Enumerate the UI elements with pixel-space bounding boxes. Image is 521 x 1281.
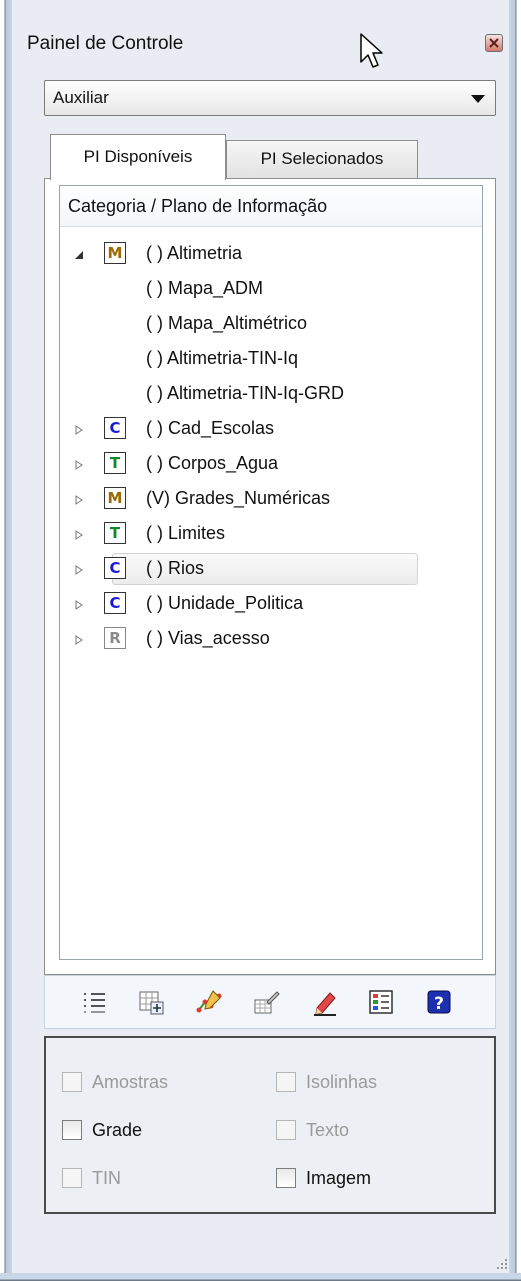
tree-layer-altimetria-tin-iq[interactable]: ( ) Altimetria-TIN-Iq	[60, 345, 480, 375]
tree-category-rios[interactable]: C ( ) Rios	[60, 555, 480, 585]
collapsed-triangle-icon[interactable]	[74, 565, 84, 575]
tree-layer-altimetria-tin-iq-grd[interactable]: ( ) Altimetria-TIN-Iq-GRD	[60, 380, 480, 410]
svg-text:?: ?	[434, 994, 444, 1014]
checkbox-box[interactable]	[276, 1072, 296, 1092]
checkbox-label: Amostras	[92, 1072, 169, 1092]
tab-pi-disponiveis[interactable]: PI Disponíveis	[50, 134, 226, 180]
resize-grip-icon[interactable]	[497, 1259, 507, 1269]
expanded-triangle-icon[interactable]	[74, 250, 84, 260]
table-add-icon[interactable]	[137, 988, 165, 1016]
window-border-bottom	[0, 1273, 521, 1281]
window-border-left	[0, 0, 12, 1281]
collapsed-triangle-icon[interactable]	[74, 460, 84, 470]
badge-letter: M	[107, 489, 123, 507]
legend-icon[interactable]	[367, 988, 395, 1016]
tree-layer-mapa-altimetrico[interactable]: ( ) Mapa_Altimétrico	[60, 310, 480, 340]
tree-category-label: ( ) Altimetria	[146, 243, 243, 263]
collapsed-triangle-icon[interactable]	[74, 530, 84, 540]
raster-m-icon: M	[104, 487, 126, 509]
badge-letter: C	[109, 594, 121, 612]
tree-layer-mapa-adm[interactable]: ( ) Mapa_ADM	[60, 275, 480, 305]
raster-r-icon: R	[104, 627, 126, 649]
tree-column-header-label: Categoria / Plano de Informação	[68, 196, 328, 216]
checkbox-box[interactable]	[276, 1120, 296, 1140]
list-icon[interactable]	[81, 988, 109, 1016]
tree-category-cad-escolas[interactable]: C ( ) Cad_Escolas	[60, 415, 480, 445]
raster-m-icon: M	[104, 242, 126, 264]
title-bar[interactable]: Painel de Controle	[12, 18, 509, 70]
tree-layer-label: ( ) Altimetria-TIN-Iq-GRD	[146, 383, 344, 403]
help-icon[interactable]: ?	[425, 988, 453, 1016]
collapsed-triangle-icon[interactable]	[74, 495, 84, 505]
representation-group: Amostras Isolinhas Grade Texto TIN Image…	[44, 1036, 496, 1214]
tree-category-label: ( ) Rios	[146, 558, 204, 578]
vector-c-icon: C	[104, 592, 126, 614]
badge-letter: T	[109, 454, 121, 472]
checkbox-label: Isolinhas	[306, 1072, 378, 1092]
close-icon	[489, 38, 499, 48]
checkbox-box[interactable]	[62, 1168, 82, 1188]
tab-panel: Categoria / Plano de Informação M ( ) Al…	[44, 178, 496, 975]
mode-dropdown-value: Auxiliar	[53, 88, 109, 107]
vector-c-icon: C	[104, 557, 126, 579]
chevron-down-icon	[471, 95, 485, 103]
tree-category-limites[interactable]: T ( ) Limites	[60, 520, 480, 550]
window-border-right	[509, 0, 521, 1281]
window-title: Painel de Controle	[27, 33, 184, 54]
tree-category-label: ( ) Cad_Escolas	[146, 418, 275, 438]
tool-bar: ?	[44, 975, 496, 1029]
edit-points-icon[interactable]	[195, 988, 223, 1016]
collapsed-triangle-icon[interactable]	[74, 600, 84, 610]
checkbox-label: Grade	[92, 1120, 143, 1140]
tree-layer-label: ( ) Altimetria-TIN-Iq	[146, 348, 299, 368]
tree-layer-label: ( ) Mapa_Altimétrico	[146, 313, 308, 333]
badge-letter: C	[109, 419, 121, 437]
tab-pi-selecionados[interactable]: PI Selecionados	[226, 140, 418, 178]
tree-layer-label: ( ) Mapa_ADM	[146, 278, 264, 298]
badge-letter: C	[109, 559, 121, 577]
tree-category-label: ( ) Vias_acesso	[146, 628, 270, 648]
badge-letter: R	[109, 629, 121, 647]
layer-tree: Categoria / Plano de Informação M ( ) Al…	[59, 185, 483, 960]
checkbox-box[interactable]	[276, 1168, 296, 1188]
tree-column-header[interactable]: Categoria / Plano de Informação	[60, 186, 482, 227]
vector-c-icon: C	[104, 417, 126, 439]
checkbox-label: TIN	[92, 1168, 121, 1188]
badge-letter: M	[107, 244, 123, 262]
mouse-cursor-icon	[360, 33, 383, 68]
pencil-icon[interactable]	[311, 988, 339, 1016]
tree-category-altimetria[interactable]: M ( ) Altimetria	[60, 240, 480, 270]
tree-category-label: ( ) Corpos_Agua	[146, 453, 279, 473]
thematic-t-icon: T	[104, 522, 126, 544]
tree-category-label: (V) Grades_Numéricas	[146, 488, 331, 508]
tree-category-grades-numericas[interactable]: M (V) Grades_Numéricas	[60, 485, 480, 515]
mode-dropdown[interactable]: Auxiliar	[44, 80, 496, 116]
collapsed-triangle-icon[interactable]	[74, 425, 84, 435]
tree-category-label: ( ) Limites	[146, 523, 226, 543]
tree-category-unidade-politica[interactable]: C ( ) Unidade_Politica	[60, 590, 480, 620]
checkbox-box[interactable]	[62, 1072, 82, 1092]
checkbox-box[interactable]	[62, 1120, 82, 1140]
chart-tool-icon[interactable]	[253, 988, 281, 1016]
tree-category-label: ( ) Unidade_Politica	[146, 593, 304, 613]
checkbox-label: Imagem	[306, 1168, 372, 1188]
thematic-t-icon: T	[104, 452, 126, 474]
tree-category-vias-acesso[interactable]: R ( ) Vias_acesso	[60, 625, 480, 655]
checkbox-label: Texto	[306, 1120, 350, 1140]
tree-category-corpos-agua[interactable]: T ( ) Corpos_Agua	[60, 450, 480, 480]
collapsed-triangle-icon[interactable]	[74, 635, 84, 645]
badge-letter: T	[109, 524, 121, 542]
close-button[interactable]	[485, 34, 503, 52]
control-panel-window: Painel de Controle Auxiliar PI Disponíve…	[0, 0, 521, 1281]
